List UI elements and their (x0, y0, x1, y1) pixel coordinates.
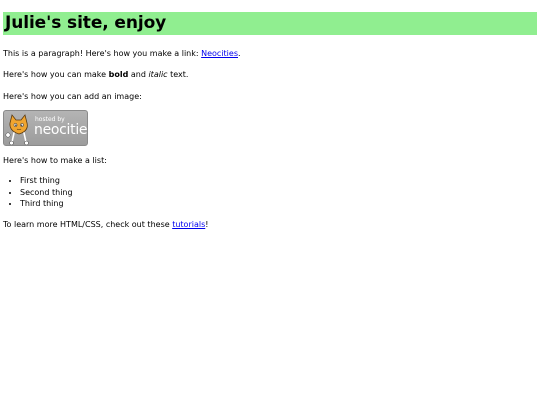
tutorial-intro-text: To learn more HTML/CSS, check out these (3, 219, 173, 229)
list-item: Second thing (20, 187, 537, 199)
image-paragraph: Here's how you can add an image: (3, 92, 142, 101)
badge-big-text: neocities (34, 122, 88, 138)
list-item: First thing (20, 175, 537, 187)
format-end-text: text. (167, 70, 189, 79)
formatting-paragraph: Here's how you can make bold and italic … (3, 69, 537, 80)
tutorial-paragraph: To learn more HTML/CSS, check out these … (3, 219, 537, 230)
page: Julie's site, enjoy This is a paragraph!… (0, 0, 540, 405)
tutorial-end-text: ! (205, 219, 209, 229)
list-paragraph: Here's how to make a list: (3, 156, 107, 165)
format-intro-text: Here's how you can make (3, 70, 109, 79)
hosted-by-neocities-badge[interactable]: hosted by neocities (3, 110, 88, 146)
example-list: First thing Second thing Third thing (3, 175, 537, 210)
neocities-link[interactable]: Neocities (201, 49, 238, 58)
format-middle-text: and (128, 70, 149, 79)
title-bar: Julie's site, enjoy (3, 12, 537, 35)
page-title: Julie's site, enjoy (5, 13, 167, 33)
list-item: Third thing (20, 198, 537, 210)
link-intro-text: This is a paragraph! Here's how you make… (3, 49, 202, 58)
tutorials-link[interactable]: tutorials (172, 220, 205, 229)
bold-text: bold (108, 70, 129, 79)
italic-text: italic (148, 70, 168, 79)
neocities-cat-icon (5, 114, 29, 145)
link-paragraph: This is a paragraph! Here's how you make… (3, 48, 537, 59)
link-end-text: . (238, 49, 241, 58)
